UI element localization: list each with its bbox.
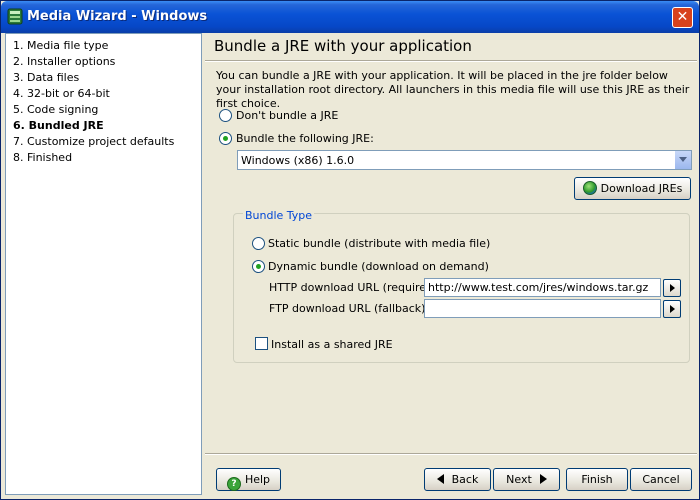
step-data-files[interactable]: 3. Data files xyxy=(13,71,79,84)
finish-button[interactable]: Finish xyxy=(566,468,628,491)
back-label: Back xyxy=(451,473,479,486)
help-icon: ? xyxy=(226,477,241,491)
next-button[interactable]: Next xyxy=(493,468,560,491)
media-wizard-window: Media Wizard - Windows ✕ 1. Media file t… xyxy=(0,0,700,500)
page-description: You can bundle a JRE with your applicati… xyxy=(216,69,690,110)
http-url-label: HTTP download URL (required): xyxy=(269,281,442,294)
ftp-url-label: FTP download URL (fallback): xyxy=(269,302,430,315)
step-finished[interactable]: 8. Finished xyxy=(13,151,72,164)
header-divider xyxy=(205,60,697,62)
jre-select-value: Windows (x86) 1.6.0 xyxy=(241,154,355,167)
download-jres-button[interactable]: Download JREs xyxy=(574,177,691,200)
step-code-signing[interactable]: 5. Code signing xyxy=(13,103,98,116)
help-label: Help xyxy=(244,473,271,486)
close-icon: ✕ xyxy=(676,9,689,25)
finish-label: Finish xyxy=(581,473,613,486)
dont-bundle-radio[interactable] xyxy=(219,109,232,122)
http-url-expand-button[interactable] xyxy=(663,279,681,297)
static-bundle-label[interactable]: Static bundle (distribute with media fil… xyxy=(268,237,490,250)
footer-divider xyxy=(205,453,697,455)
help-button[interactable]: ? Help xyxy=(216,468,281,491)
bundle-jre-radio[interactable] xyxy=(219,132,232,145)
wizard-content: Bundle a JRE with your application You c… xyxy=(205,33,697,495)
download-jres-label: Download JREs xyxy=(600,182,683,195)
jre-select[interactable]: Windows (x86) 1.6.0 xyxy=(237,150,692,170)
step-customize-project-defaults[interactable]: 7. Customize project defaults xyxy=(13,135,174,148)
step-installer-options[interactable]: 2. Installer options xyxy=(13,55,115,68)
window-title: Media Wizard - Windows xyxy=(27,9,208,24)
page-title: Bundle a JRE with your application xyxy=(214,37,472,55)
title-bar[interactable]: Media Wizard - Windows ✕ xyxy=(1,1,699,33)
wizard-steps-panel: 1. Media file type 2. Installer options … xyxy=(5,33,202,495)
cancel-label: Cancel xyxy=(642,473,680,486)
step-media-file-type[interactable]: 1. Media file type xyxy=(13,39,108,52)
static-bundle-radio[interactable] xyxy=(252,237,265,250)
http-url-input[interactable]: http://www.test.com/jres/windows.tar.gz xyxy=(424,278,661,297)
shared-jre-label[interactable]: Install as a shared JRE xyxy=(271,338,393,351)
dynamic-bundle-radio[interactable] xyxy=(252,260,265,273)
shared-jre-checkbox[interactable] xyxy=(255,337,268,350)
globe-icon xyxy=(582,181,597,195)
dynamic-bundle-label[interactable]: Dynamic bundle (download on demand) xyxy=(268,260,489,273)
close-button[interactable]: ✕ xyxy=(672,7,693,28)
bundle-type-title: Bundle Type xyxy=(243,209,315,222)
back-button[interactable]: Back xyxy=(424,468,491,491)
next-label: Next xyxy=(506,473,532,486)
dont-bundle-label[interactable]: Don't bundle a JRE xyxy=(236,109,338,122)
step-32-or-64-bit[interactable]: 4. 32-bit or 64-bit xyxy=(13,87,110,100)
step-bundled-jre[interactable]: 6. Bundled JRE xyxy=(13,119,104,132)
bundle-jre-label[interactable]: Bundle the following JRE: xyxy=(236,132,374,145)
cancel-button[interactable]: Cancel xyxy=(630,468,692,491)
chevron-down-icon[interactable] xyxy=(674,151,691,169)
arrow-right-icon xyxy=(539,474,547,484)
ftp-url-input[interactable] xyxy=(424,299,661,318)
app-icon xyxy=(7,8,23,25)
arrow-left-icon xyxy=(436,474,444,484)
ftp-url-expand-button[interactable] xyxy=(663,300,681,318)
